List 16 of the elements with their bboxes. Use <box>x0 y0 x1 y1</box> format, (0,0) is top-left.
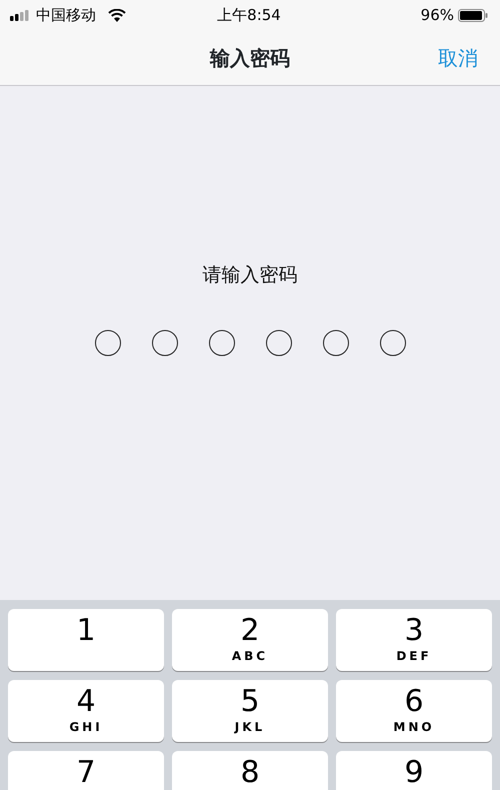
battery-percent: 96% <box>420 4 454 26</box>
carrier-name: 中国移动 <box>36 4 96 26</box>
keypad-key[interactable]: 6 MNO <box>336 680 492 742</box>
keypad-key[interactable]: 9 <box>336 751 492 790</box>
status-time: 上午8:54 <box>217 4 281 26</box>
passcode-prompt: 请输入密码 <box>202 263 298 288</box>
keypad-key[interactable]: 2 ABC <box>172 609 328 671</box>
keypad-key[interactable]: 5 JKL <box>172 680 328 742</box>
page-title: 输入密码 <box>210 44 290 72</box>
keypad-key[interactable]: 8 <box>172 751 328 790</box>
keypad-key[interactable]: 4 GHI <box>8 680 164 742</box>
keypad-key[interactable]: 3 DEF <box>336 609 492 671</box>
battery-icon <box>458 8 488 22</box>
wifi-icon <box>108 8 126 22</box>
keypad-key[interactable]: 7 <box>8 751 164 790</box>
keypad-key[interactable]: 1 <box>8 609 164 671</box>
